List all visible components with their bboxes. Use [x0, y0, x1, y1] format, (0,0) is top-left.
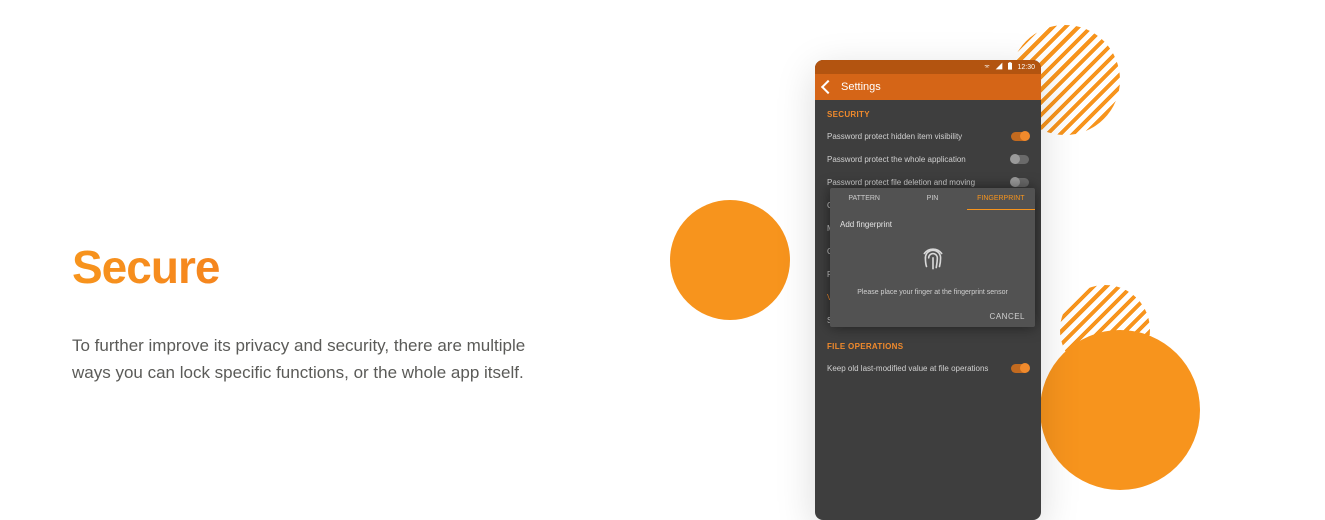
security-section: SECURITY Password protect hidden item vi…	[815, 100, 1041, 194]
setting-row[interactable]: Password protect the whole application	[827, 148, 1029, 171]
phone-frame: 12:30 Settings SECURITY Password protect…	[815, 60, 1041, 520]
toggle-switch[interactable]	[1011, 178, 1029, 187]
appbar-title: Settings	[841, 81, 881, 93]
phone-illustration: 12:30 Settings SECURITY Password protect…	[660, 0, 1180, 519]
status-time: 12:30	[1017, 64, 1035, 71]
file-ops-section: FILE OPERATIONS Keep old last-modified v…	[815, 332, 1041, 380]
tab-pin[interactable]: PIN	[898, 188, 966, 210]
setting-row[interactable]: Keep old last-modified value at file ope…	[827, 357, 1029, 380]
file-ops-section-title: FILE OPERATIONS	[827, 342, 1029, 351]
setting-label: Password protect the whole application	[827, 155, 966, 164]
setting-row[interactable]: Password protect hidden item visibility	[827, 125, 1029, 148]
cancel-button[interactable]: CANCEL	[990, 312, 1025, 321]
toggle-switch[interactable]	[1011, 132, 1029, 141]
section-description: To further improve its privacy and secur…	[72, 332, 552, 386]
status-bar: 12:30	[815, 60, 1041, 74]
tab-pattern[interactable]: PATTERN	[830, 188, 898, 210]
dialog-subtitle: Add fingerprint	[840, 220, 1025, 229]
fingerprint-dialog: PATTERN PIN FINGERPRINT Add fingerprint	[830, 188, 1035, 327]
fingerprint-icon	[920, 247, 946, 275]
signal-icon	[995, 62, 1003, 72]
wifi-icon	[983, 62, 991, 72]
back-arrow-icon[interactable]	[821, 80, 835, 94]
fingerprint-hint: Please place your finger at the fingerpr…	[857, 289, 1008, 296]
setting-label: Password protect file deletion and movin…	[827, 178, 975, 187]
decor-circle-solid-left	[670, 200, 790, 320]
app-bar: Settings	[815, 74, 1041, 100]
security-section-title: SECURITY	[827, 110, 1029, 119]
tab-fingerprint[interactable]: FINGERPRINT	[967, 188, 1035, 210]
toggle-switch[interactable]	[1011, 364, 1029, 373]
decor-circle-solid-bottom	[1040, 330, 1200, 490]
toggle-switch[interactable]	[1011, 155, 1029, 164]
setting-label: Password protect hidden item visibility	[827, 132, 962, 141]
battery-icon	[1007, 62, 1013, 72]
section-heading: Secure	[72, 240, 552, 294]
setting-label: Keep old last-modified value at file ope…	[827, 364, 988, 373]
dialog-tabs: PATTERN PIN FINGERPRINT	[830, 188, 1035, 210]
